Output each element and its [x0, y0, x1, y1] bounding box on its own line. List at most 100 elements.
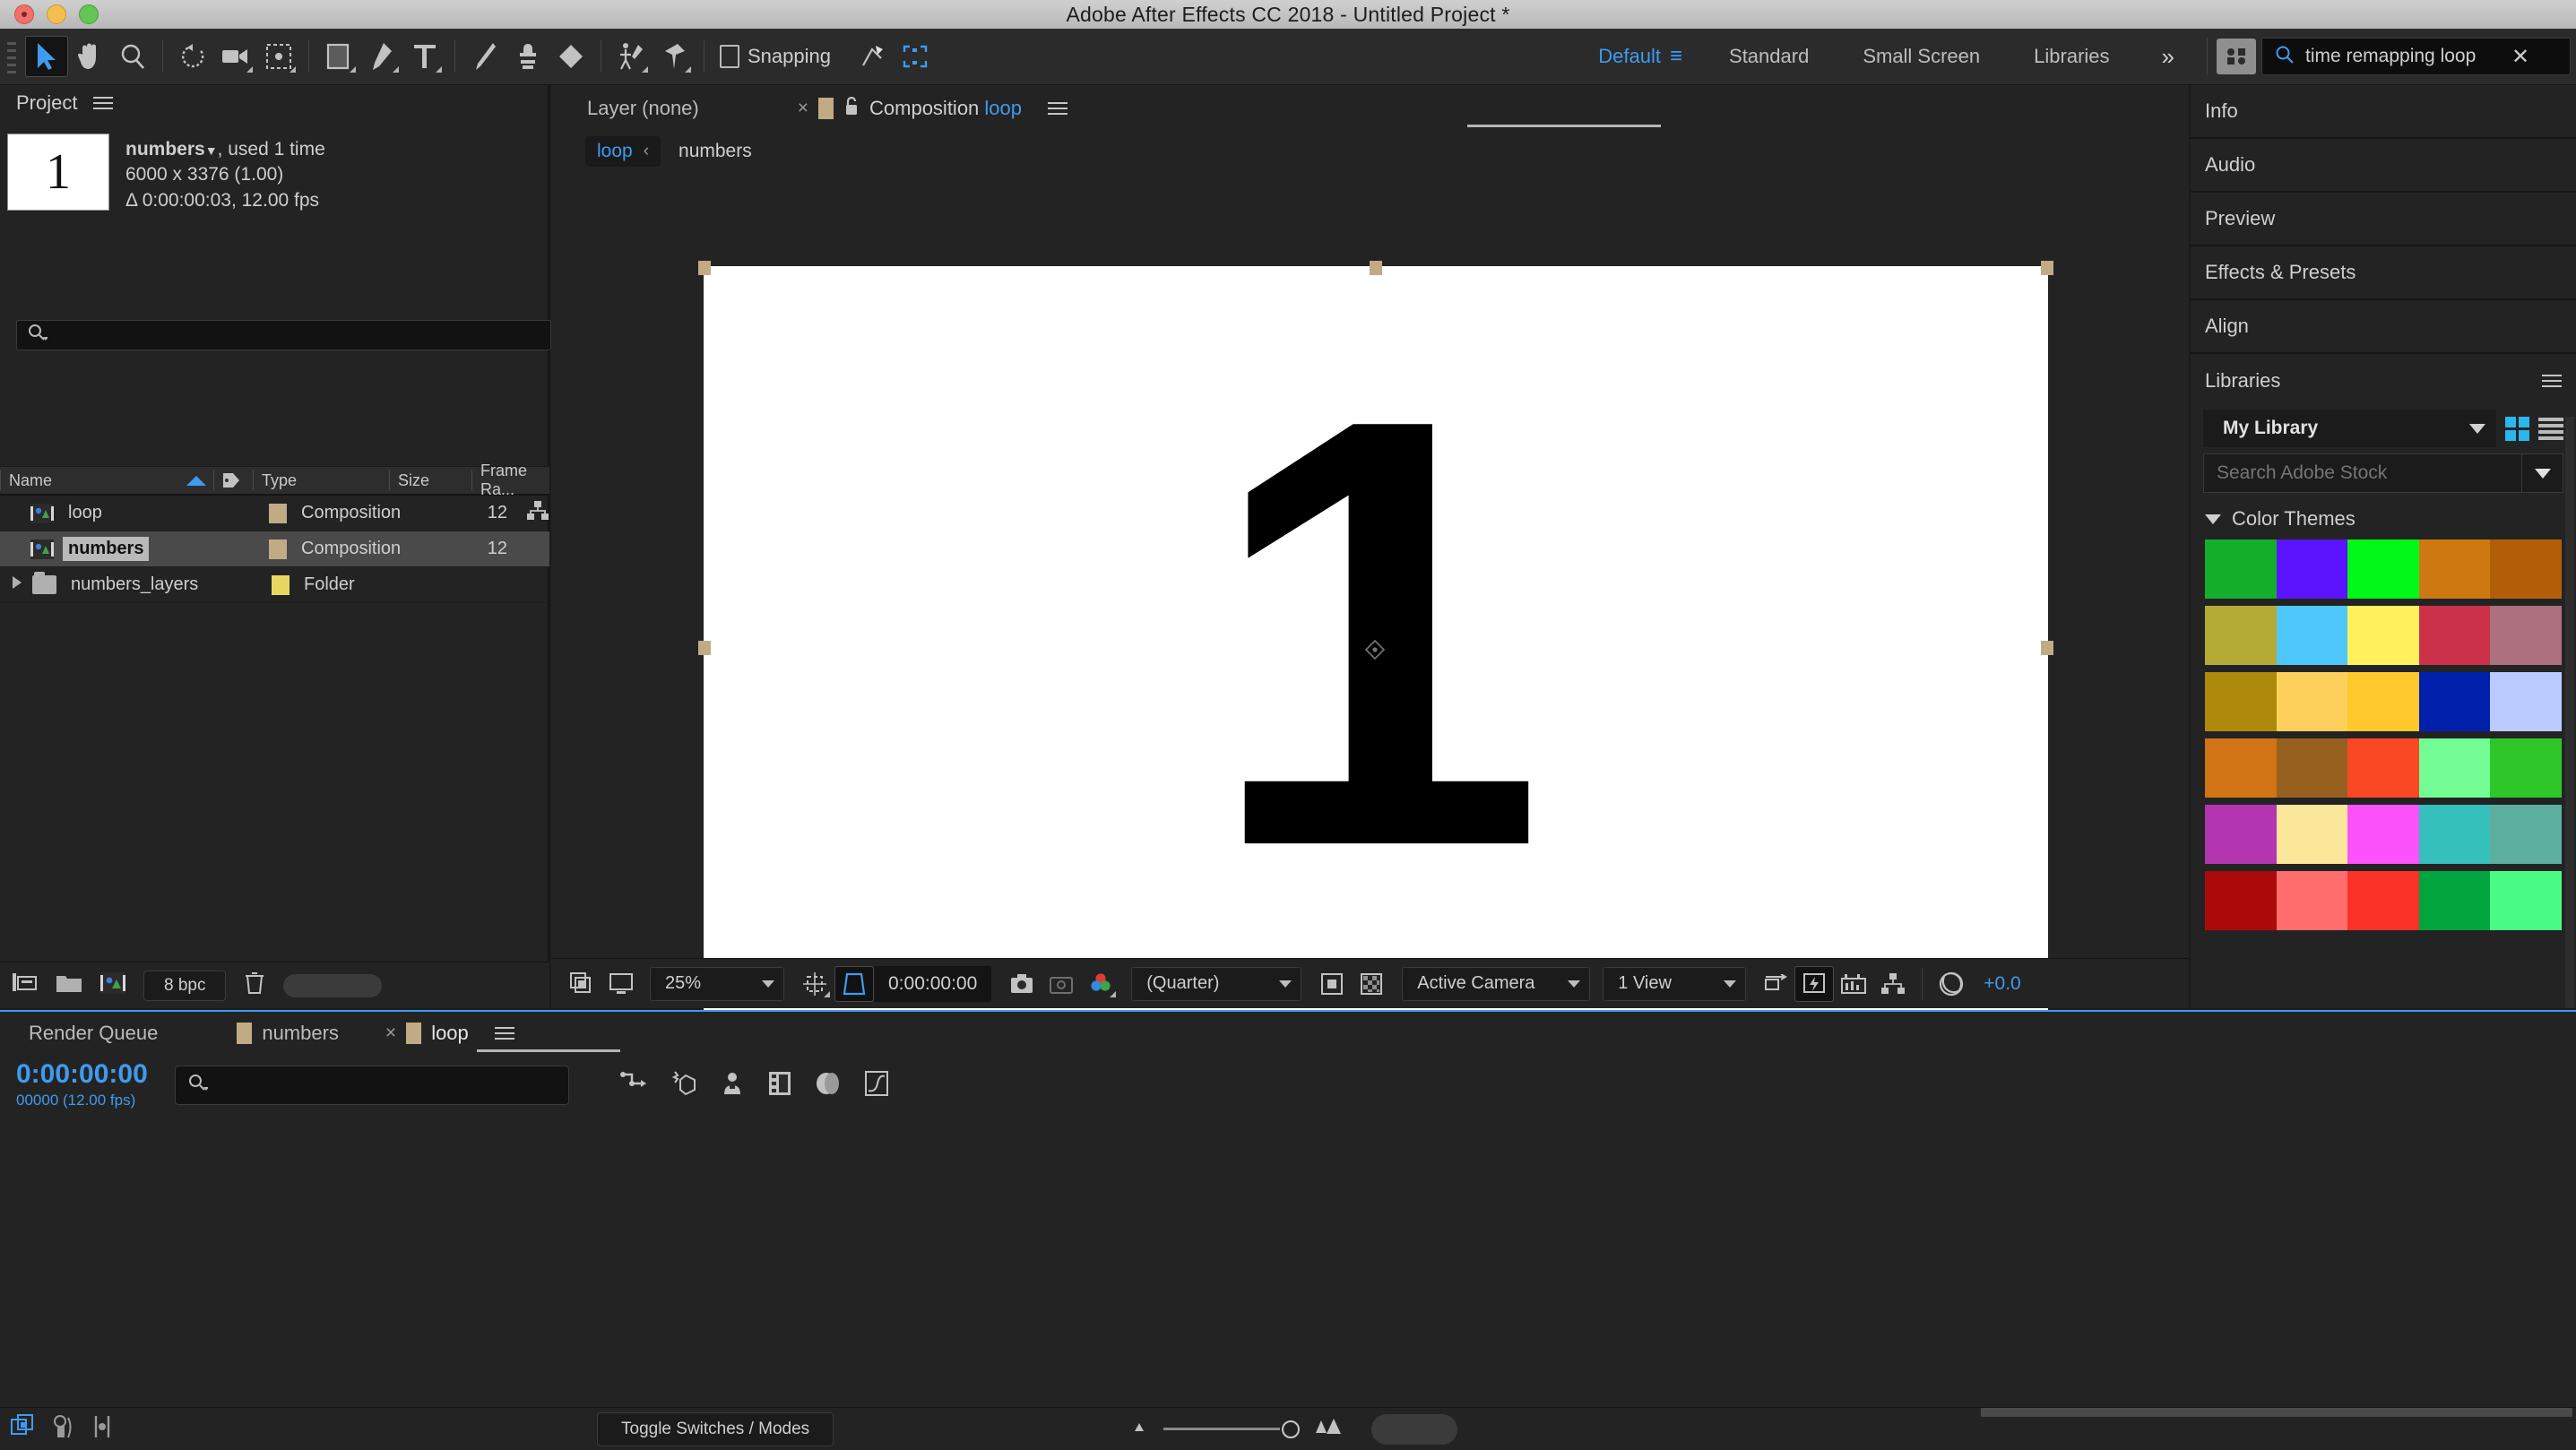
workspace-menu-icon[interactable]: ≡: [1670, 44, 1702, 69]
panel-effects-presets[interactable]: Effects & Presets: [2191, 246, 2576, 300]
new-folder-icon[interactable]: [56, 972, 82, 998]
library-select[interactable]: My Library: [2203, 410, 2496, 447]
breadcrumb-current[interactable]: loop ‹: [585, 136, 661, 167]
color-swatch[interactable]: [2490, 606, 2562, 665]
workspace-standard[interactable]: Standard: [1702, 45, 1836, 68]
snap-bounds-icon[interactable]: [894, 36, 937, 77]
show-snapshot-icon[interactable]: [1042, 966, 1081, 1002]
tab-numbers[interactable]: numbers: [237, 1022, 339, 1045]
stock-search-dropdown[interactable]: [2521, 454, 2563, 492]
fast-previews-icon[interactable]: [1794, 965, 1835, 1002]
camera-view-select[interactable]: Active Camera: [1402, 966, 1591, 1001]
selection-handle-tr[interactable]: [2041, 261, 2053, 275]
color-swatch[interactable]: [2276, 738, 2348, 798]
panel-align[interactable]: Align: [2191, 300, 2576, 354]
panel-menu-icon[interactable]: [494, 1027, 514, 1040]
toolbar-grip[interactable]: [4, 39, 20, 74]
color-swatch[interactable]: [2347, 871, 2419, 930]
hide-shy-layers-icon[interactable]: [720, 1071, 745, 1100]
color-swatch[interactable]: [2347, 805, 2419, 864]
chevron-down-icon[interactable]: ▼: [205, 143, 218, 158]
color-swatch[interactable]: [2347, 738, 2419, 798]
view-layout-select[interactable]: 1 View: [1603, 966, 1747, 1001]
grid-view-icon[interactable]: [2505, 416, 2529, 441]
color-theme-row[interactable]: [2205, 871, 2562, 930]
color-swatch[interactable]: [2276, 539, 2348, 599]
table-row[interactable]: loop Composition 12: [0, 496, 549, 531]
panel-menu-icon[interactable]: [1048, 102, 1068, 115]
color-swatch[interactable]: [2347, 539, 2419, 599]
label-color-swatch[interactable]: [269, 503, 287, 523]
color-swatch[interactable]: [2205, 539, 2277, 599]
color-swatch[interactable]: [2276, 871, 2348, 930]
enable-frame-blending-icon[interactable]: [768, 1071, 791, 1100]
column-label-color[interactable]: [213, 470, 253, 490]
toggle-switches-modes-button[interactable]: Toggle Switches / Modes: [597, 1411, 834, 1446]
roto-brush-tool[interactable]: [609, 36, 653, 77]
sort-ascending-icon[interactable]: [186, 475, 206, 486]
zoom-tool[interactable]: [111, 36, 154, 77]
color-themes-header[interactable]: Color Themes: [2191, 493, 2576, 539]
color-swatch[interactable]: [2418, 805, 2491, 864]
workspace-libraries[interactable]: Libraries: [2007, 45, 2136, 68]
color-swatch[interactable]: [2276, 672, 2348, 731]
close-icon[interactable]: ×: [385, 1023, 396, 1044]
comp-flowchart-icon[interactable]: [1873, 966, 1913, 1002]
snapping-control[interactable]: Snapping: [720, 45, 831, 68]
selection-handle-tc[interactable]: [1370, 261, 1382, 275]
zoom-slider-track[interactable]: [1163, 1428, 1281, 1430]
color-swatch[interactable]: [2418, 871, 2491, 930]
new-composition-icon[interactable]: [100, 972, 125, 998]
panel-audio[interactable]: Audio: [2191, 139, 2576, 193]
breadcrumb-parent[interactable]: numbers: [679, 141, 752, 162]
disclosure-triangle-icon[interactable]: [2205, 514, 2221, 524]
table-row[interactable]: numbers_layers Folder: [0, 567, 549, 603]
brush-tool[interactable]: [463, 36, 506, 77]
magnification-select[interactable]: 25%: [650, 966, 784, 1001]
resolution-select[interactable]: (Quarter): [1131, 966, 1302, 1001]
anchor-point-icon[interactable]: [1364, 639, 1386, 660]
color-swatch[interactable]: [2205, 805, 2277, 864]
timeline-search-input[interactable]: [174, 1066, 569, 1105]
color-swatch[interactable]: [2490, 871, 2562, 930]
adobe-stock-search[interactable]: [2203, 453, 2563, 493]
shape-tool[interactable]: [317, 36, 360, 77]
eraser-tool[interactable]: [549, 36, 592, 77]
clone-stamp-tool[interactable]: [506, 36, 549, 77]
delete-icon[interactable]: [244, 971, 265, 999]
rotation-tool[interactable]: [171, 36, 214, 77]
color-swatch[interactable]: [2347, 606, 2419, 665]
exposure-value[interactable]: +0.0: [1984, 973, 2020, 995]
search-input[interactable]: [2305, 46, 2511, 67]
workspace-default[interactable]: Default: [1571, 45, 1670, 68]
selection-handle-mr[interactable]: [2041, 641, 2053, 655]
libraries-scrollbar[interactable]: [2565, 417, 2574, 1008]
timeline-zoom-slider[interactable]: [1129, 1413, 1458, 1445]
color-swatch[interactable]: [2418, 738, 2491, 798]
selection-tool[interactable]: [25, 36, 68, 77]
horizontal-scrollbar[interactable]: [1981, 1408, 2572, 1417]
color-swatch[interactable]: [2490, 805, 2562, 864]
exposure-icon[interactable]: [1932, 966, 1971, 1002]
lock-icon[interactable]: [843, 96, 860, 121]
column-type[interactable]: Type: [253, 470, 389, 490]
color-swatch[interactable]: [2205, 738, 2277, 798]
tab-loop[interactable]: × loop: [385, 1022, 514, 1045]
help-search-box[interactable]: ✕: [2261, 38, 2571, 75]
color-swatch[interactable]: [2276, 805, 2348, 864]
color-theme-row[interactable]: [2205, 539, 2562, 599]
table-row[interactable]: numbers Composition 12: [0, 531, 549, 567]
layer-switches-icon[interactable]: [11, 1414, 36, 1444]
selection-handle-ml[interactable]: [698, 641, 711, 655]
grid-guides-icon[interactable]: [795, 966, 834, 1002]
region-of-interest-icon[interactable]: [834, 965, 874, 1002]
libraries-title[interactable]: Libraries: [2205, 369, 2280, 393]
color-swatch[interactable]: [2490, 738, 2562, 798]
region-interest-toggle-icon[interactable]: [1312, 966, 1352, 1002]
timeline-zoom-pill[interactable]: [1371, 1413, 1458, 1445]
project-search-input[interactable]: [16, 320, 551, 350]
draft-3d-icon[interactable]: [670, 1070, 696, 1101]
in-out-panel-icon[interactable]: [91, 1414, 113, 1444]
snapping-checkbox[interactable]: [720, 45, 739, 68]
tab-project[interactable]: Project: [16, 91, 77, 115]
